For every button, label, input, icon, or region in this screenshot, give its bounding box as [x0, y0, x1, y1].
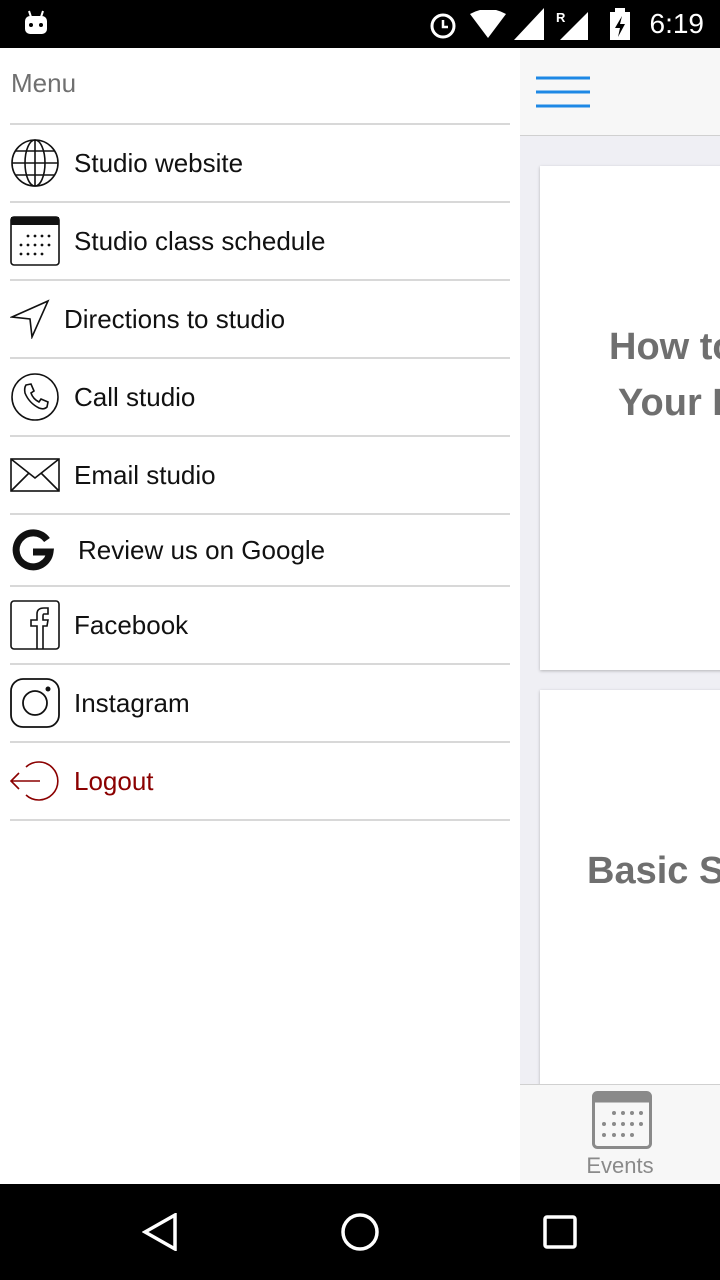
tab-events[interactable]: Events	[520, 1085, 720, 1184]
main-content: How to Your B Basic S Events	[520, 48, 720, 1184]
svg-text:R: R	[556, 10, 566, 25]
alarm-icon	[430, 13, 456, 39]
tab-label: Events	[586, 1153, 654, 1178]
menu-item-label: Review us on Google	[78, 534, 326, 565]
card-title-line: Basic S	[587, 850, 720, 892]
menu-title: Menu	[11, 68, 77, 98]
phone-icon	[11, 373, 59, 421]
menu-item-studio-website[interactable]: Studio website	[10, 123, 510, 201]
envelope-icon	[10, 458, 60, 492]
menu-item-label: Directions to studio	[64, 303, 286, 334]
menu-item-facebook[interactable]: Facebook	[10, 585, 510, 663]
logout-icon	[10, 761, 59, 801]
menu-item-directions[interactable]: Directions to studio	[10, 279, 510, 357]
android-icon	[25, 10, 47, 34]
tab-bar: Events	[520, 1084, 720, 1184]
facebook-icon	[10, 600, 60, 650]
globe-icon	[11, 139, 59, 187]
menu-item-label: Instagram	[74, 687, 190, 718]
google-icon	[12, 529, 54, 571]
navigation-arrow-icon	[10, 299, 50, 339]
event-card[interactable]: How to Your B	[540, 166, 720, 670]
back-icon[interactable]	[142, 1213, 178, 1251]
menu-item-email-studio[interactable]: Email studio	[10, 435, 510, 513]
menu-item-call-studio[interactable]: Call studio	[10, 357, 510, 435]
clock: 6:19	[649, 8, 705, 39]
menu-item-label: Studio website	[74, 147, 244, 178]
card-title-line: Your B	[618, 382, 720, 424]
navigation-drawer: Menu Studio website Studio class schedul…	[0, 48, 520, 1184]
menu-item-logout[interactable]: Logout	[10, 741, 510, 821]
menu-item-label: Facebook	[74, 609, 189, 640]
event-card[interactable]: Basic S	[540, 690, 720, 1090]
menu-item-label: Email studio	[74, 459, 216, 490]
calendar-icon	[10, 216, 60, 266]
system-nav-bar	[0, 1184, 720, 1280]
menu-item-label: Studio class schedule	[74, 225, 326, 256]
hamburger-menu-icon[interactable]	[536, 76, 590, 108]
home-icon[interactable]	[340, 1212, 380, 1252]
roaming-signal-icon: R	[556, 10, 588, 40]
card-title-line: How to	[609, 326, 720, 368]
menu-item-class-schedule[interactable]: Studio class schedule	[10, 201, 510, 279]
instagram-icon	[10, 678, 60, 728]
wifi-icon	[470, 10, 506, 38]
recents-icon[interactable]	[543, 1215, 577, 1249]
menu-item-review-google[interactable]: Review us on Google	[10, 513, 510, 585]
app-header	[520, 48, 720, 136]
calendar-icon	[592, 1091, 652, 1149]
menu-item-instagram[interactable]: Instagram	[10, 663, 510, 741]
signal-icon	[514, 8, 544, 40]
menu-item-label: Call studio	[74, 381, 196, 412]
status-bar: R 6:19	[0, 0, 720, 48]
battery-charging-icon	[610, 8, 630, 40]
menu-item-label: Logout	[74, 765, 154, 796]
